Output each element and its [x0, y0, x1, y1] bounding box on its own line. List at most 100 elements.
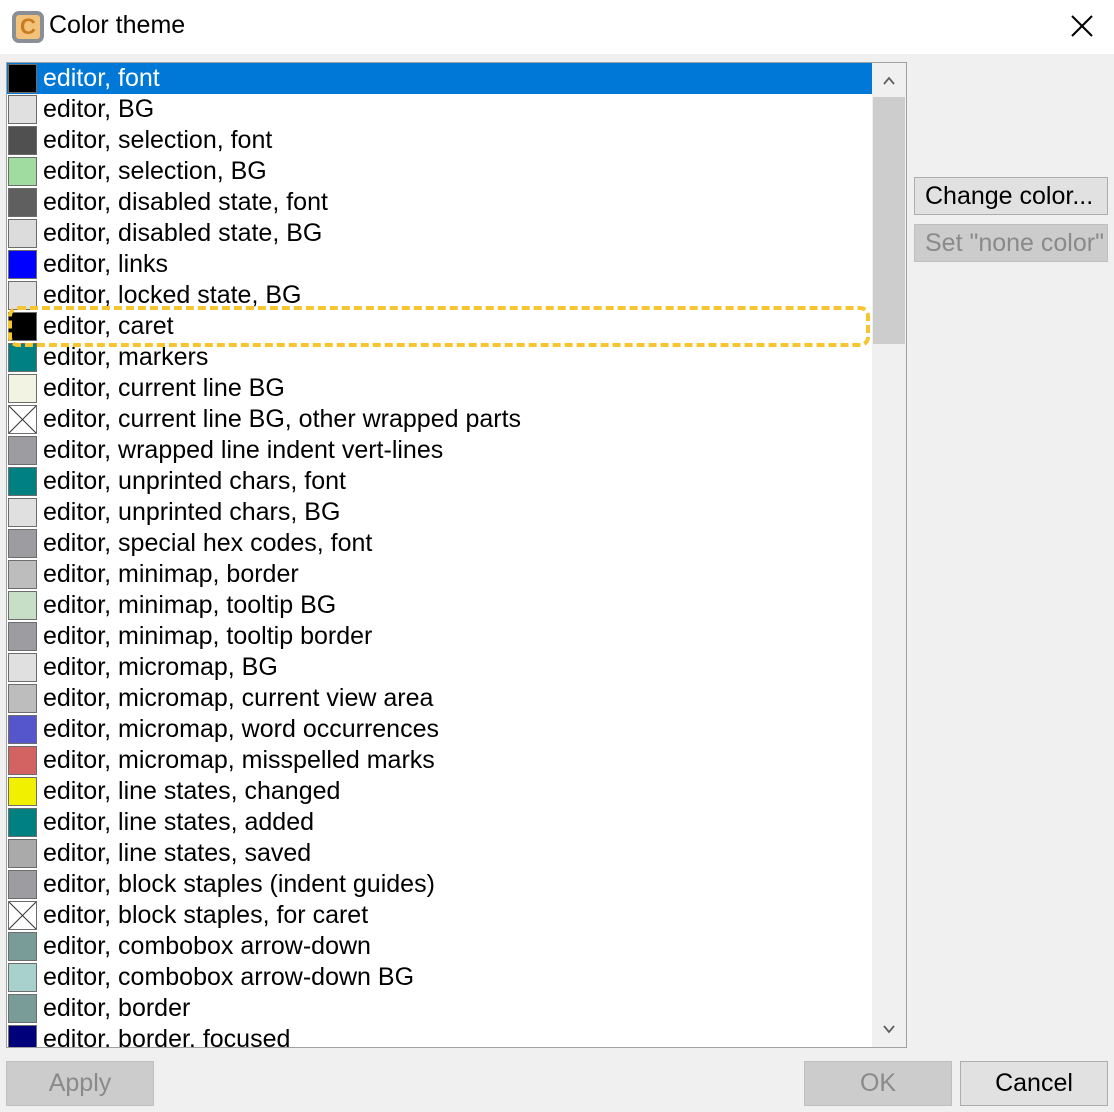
list-item[interactable]: editor, markers	[7, 342, 872, 373]
list-item[interactable]: editor, micromap, current view area	[7, 683, 872, 714]
list-item-label: editor, line states, saved	[43, 839, 312, 867]
color-swatch	[8, 436, 37, 465]
color-list[interactable]: editor, font editor, BG editor, selection,…	[6, 62, 907, 1048]
color-swatch	[8, 405, 37, 434]
list-item-label: editor, selection, BG	[43, 157, 267, 185]
window-title: Color theme	[49, 11, 186, 39]
list-item-label: editor, disabled state, font	[43, 188, 328, 216]
color-swatch	[8, 312, 37, 341]
scroll-thumb[interactable]	[873, 97, 905, 344]
list-item-label: editor, current line BG, other wrapped p…	[43, 405, 522, 433]
list-item-label: editor, micromap, BG	[43, 653, 278, 681]
list-item-label: editor, caret	[43, 312, 174, 340]
list-item[interactable]: editor, block staples, for caret	[7, 900, 872, 931]
list-item-label: editor, special hex codes, font	[43, 529, 373, 557]
color-swatch	[8, 777, 37, 806]
title-bar: C Color theme	[0, 0, 1114, 54]
list-item[interactable]: editor, line states, saved	[7, 838, 872, 869]
color-swatch	[8, 498, 37, 527]
list-item-label: editor, current line BG	[43, 374, 285, 402]
list-item-label: editor, micromap, misspelled marks	[43, 746, 435, 774]
list-item[interactable]: editor, micromap, misspelled marks	[7, 745, 872, 776]
color-swatch	[8, 64, 37, 93]
list-item[interactable]: editor, selection, BG	[7, 156, 872, 187]
list-item-label: editor, minimap, border	[43, 560, 299, 588]
color-swatch	[8, 250, 37, 279]
color-swatch	[8, 715, 37, 744]
list-item[interactable]: editor, line states, changed	[7, 776, 872, 807]
color-swatch	[8, 281, 37, 310]
list-item[interactable]: editor, BG	[7, 94, 872, 125]
list-item[interactable]: editor, micromap, word occurrences	[7, 714, 872, 745]
app-icon: C	[12, 11, 44, 43]
color-swatch	[8, 188, 37, 217]
list-item[interactable]: editor, micromap, BG	[7, 652, 872, 683]
list-item[interactable]: editor, disabled state, font	[7, 187, 872, 218]
list-item[interactable]: editor, block staples (indent guides)	[7, 869, 872, 900]
list-item-label: editor, minimap, tooltip BG	[43, 591, 337, 619]
set-none-color-button[interactable]: Set "none color"	[914, 224, 1108, 262]
color-swatch	[8, 684, 37, 713]
color-swatch	[8, 343, 37, 372]
list-item[interactable]: editor, minimap, tooltip border	[7, 621, 872, 652]
list-item[interactable]: editor, minimap, tooltip BG	[7, 590, 872, 621]
ok-button[interactable]: OK	[804, 1061, 952, 1106]
list-item[interactable]: editor, line states, added	[7, 807, 872, 838]
list-item[interactable]: editor, unprinted chars, font	[7, 466, 872, 497]
list-item[interactable]: editor, special hex codes, font	[7, 528, 872, 559]
list-item-label: editor, block staples, for caret	[43, 901, 369, 929]
color-swatch	[8, 157, 37, 186]
list-item[interactable]: editor, wrapped line indent vert-lines	[7, 435, 872, 466]
list-item[interactable]: editor, current line BG, other wrapped p…	[7, 404, 872, 435]
list-item[interactable]: editor, border	[7, 993, 872, 1024]
list-item-label: editor, links	[43, 250, 169, 278]
list-item[interactable]: editor, links	[7, 249, 872, 280]
list-item-label: editor, markers	[43, 343, 209, 371]
list-item[interactable]: editor, combobox arrow-down BG	[7, 962, 872, 993]
app-icon-letter: C	[20, 14, 36, 39]
vertical-scrollbar[interactable]	[872, 63, 906, 1047]
change-color-button[interactable]: Change color...	[914, 177, 1108, 215]
list-item-label: editor, minimap, tooltip border	[43, 622, 373, 650]
list-item[interactable]: editor, disabled state, BG	[7, 218, 872, 249]
list-item[interactable]: editor, font	[7, 63, 872, 94]
color-swatch	[8, 808, 37, 837]
cancel-button[interactable]: Cancel	[960, 1061, 1108, 1106]
scroll-down-icon[interactable]	[872, 1013, 906, 1047]
color-swatch	[8, 529, 37, 558]
list-item[interactable]: editor, minimap, border	[7, 559, 872, 590]
list-item-label: editor, disabled state, BG	[43, 219, 323, 247]
color-swatch	[8, 746, 37, 775]
apply-button[interactable]: Apply	[6, 1061, 154, 1106]
list-item-label: editor, micromap, current view area	[43, 684, 434, 712]
list-item[interactable]: editor, caret	[7, 311, 872, 342]
color-swatch	[8, 932, 37, 961]
color-swatch	[8, 622, 37, 651]
list-item[interactable]: editor, current line BG	[7, 373, 872, 404]
color-swatch	[8, 126, 37, 155]
close-icon[interactable]	[1064, 8, 1100, 44]
color-swatch	[8, 219, 37, 248]
color-swatch	[8, 963, 37, 992]
color-swatch	[8, 870, 37, 899]
list-item[interactable]: editor, combobox arrow-down	[7, 931, 872, 962]
list-item-label: editor, unprinted chars, BG	[43, 498, 341, 526]
list-item[interactable]: editor, border, focused	[7, 1024, 872, 1047]
list-item-label: editor, combobox arrow-down	[43, 932, 371, 960]
scroll-up-icon[interactable]	[872, 63, 906, 97]
list-item[interactable]: editor, selection, font	[7, 125, 872, 156]
color-list-items: editor, font editor, BG editor, selection,…	[7, 63, 872, 1047]
color-swatch	[8, 653, 37, 682]
color-swatch	[8, 901, 37, 930]
list-item-label: editor, combobox arrow-down BG	[43, 963, 415, 991]
color-swatch	[8, 467, 37, 496]
list-item-label: editor, line states, changed	[43, 777, 341, 805]
list-item-label: editor, font	[43, 64, 160, 92]
color-swatch	[8, 994, 37, 1023]
list-item-label: editor, block staples (indent guides)	[43, 870, 435, 898]
list-item[interactable]: editor, unprinted chars, BG	[7, 497, 872, 528]
list-item[interactable]: editor, locked state, BG	[7, 280, 872, 311]
color-swatch	[8, 839, 37, 868]
list-item-label: editor, border	[43, 994, 191, 1022]
list-item-label: editor, line states, added	[43, 808, 315, 836]
